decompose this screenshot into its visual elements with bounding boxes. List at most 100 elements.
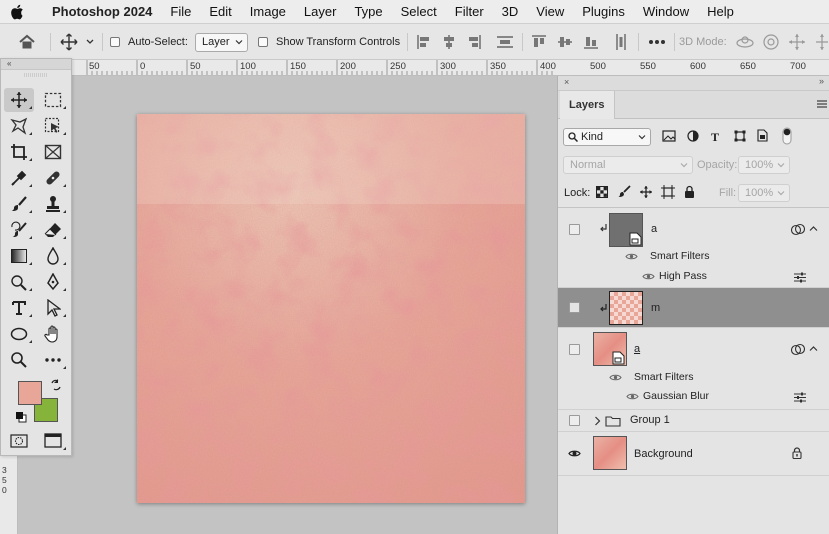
menu-3d[interactable]: 3D: [493, 4, 528, 19]
app-name-menu[interactable]: Photoshop 2024: [34, 4, 161, 19]
align-top-icon[interactable]: [531, 24, 547, 60]
lock-image-icon[interactable]: [618, 185, 631, 201]
layer-row-background[interactable]: Background: [558, 432, 829, 476]
visibility-toggle[interactable]: [569, 415, 580, 426]
eye-icon[interactable]: [625, 252, 638, 261]
default-colors-icon[interactable]: [15, 411, 27, 426]
frame-tool[interactable]: [38, 140, 68, 164]
menu-window[interactable]: Window: [634, 4, 698, 19]
eye-icon[interactable]: [568, 449, 581, 458]
menu-file[interactable]: File: [161, 4, 200, 19]
menu-image[interactable]: Image: [241, 4, 295, 19]
lasso-tool[interactable]: [4, 114, 34, 138]
foreground-color-swatch[interactable]: [18, 381, 42, 405]
layer-row-group-1[interactable]: Group 1: [558, 410, 829, 432]
eraser-tool[interactable]: [38, 218, 68, 242]
path-selection-tool[interactable]: [38, 296, 68, 320]
blur-tool[interactable]: [38, 244, 68, 268]
lock-transparent-icon[interactable]: [596, 185, 608, 201]
home-icon[interactable]: [18, 24, 36, 60]
blend-mode-dropdown[interactable]: Normal: [563, 156, 693, 174]
filter-type-icon[interactable]: T: [711, 130, 719, 145]
filter-shape-icon[interactable]: [734, 130, 746, 145]
eyedropper-tool[interactable]: [4, 166, 34, 190]
lock-artboard-icon[interactable]: [661, 184, 675, 202]
toolbar-grip[interactable]: [1, 70, 71, 80]
menu-select[interactable]: Select: [392, 4, 446, 19]
align-bottom-icon[interactable]: [583, 24, 599, 60]
dodge-tool[interactable]: [4, 270, 34, 294]
filter-row-high-pass[interactable]: High Pass: [558, 267, 829, 287]
healing-brush-tool[interactable]: [38, 166, 68, 190]
collapse-panel-icon[interactable]: ×: [564, 77, 569, 87]
menu-view[interactable]: View: [527, 4, 573, 19]
gradient-tool[interactable]: [4, 244, 34, 268]
lock-position-icon[interactable]: [639, 185, 653, 202]
3d-slide-icon[interactable]: [814, 24, 829, 60]
object-selection-tool[interactable]: [38, 114, 68, 138]
expand-panel-icon[interactable]: »: [819, 76, 824, 86]
screen-mode-button[interactable]: [38, 429, 68, 453]
eye-icon[interactable]: [626, 392, 639, 401]
menu-help[interactable]: Help: [698, 4, 743, 19]
menu-edit[interactable]: Edit: [200, 4, 240, 19]
visibility-toggle[interactable]: [569, 224, 580, 235]
crop-tool[interactable]: [4, 140, 34, 164]
filter-row-gaussian-blur[interactable]: Gaussian Blur: [558, 387, 829, 407]
filter-kind-dropdown[interactable]: Kind: [563, 128, 651, 146]
filter-options-icon[interactable]: [794, 272, 806, 283]
eye-icon[interactable]: [642, 272, 655, 281]
tab-layers[interactable]: Layers: [560, 91, 615, 119]
layer-row-m[interactable]: m: [558, 288, 829, 328]
pen-tool[interactable]: [38, 270, 68, 294]
visibility-toggle[interactable]: [569, 344, 580, 355]
align-middle-v-icon[interactable]: [557, 24, 573, 60]
type-tool[interactable]: [4, 296, 34, 320]
hand-tool[interactable]: [38, 322, 68, 346]
smart-filter-icon[interactable]: [791, 343, 805, 356]
auto-select-dropdown[interactable]: Layer: [195, 24, 248, 60]
smart-filters-row[interactable]: Smart Filters: [558, 368, 829, 388]
move-tool[interactable]: [4, 88, 34, 112]
align-left-icon[interactable]: [416, 24, 432, 60]
layer-row-a-gaussian[interactable]: a Smart Filters Gaussian Blur: [558, 328, 829, 410]
menu-layer[interactable]: Layer: [295, 4, 346, 19]
apple-menu-icon[interactable]: [0, 0, 34, 24]
filter-pixel-icon[interactable]: [662, 129, 676, 145]
distribute-icon[interactable]: [496, 24, 514, 60]
clone-stamp-tool[interactable]: [38, 192, 68, 216]
filter-options-icon[interactable]: [794, 392, 806, 403]
collapse-toolbar-icon[interactable]: «: [1, 59, 71, 70]
chevron-right-icon[interactable]: [594, 416, 601, 426]
more-options-icon[interactable]: [648, 24, 666, 60]
filter-adjustment-icon[interactable]: [687, 129, 699, 145]
menu-type[interactable]: Type: [345, 4, 391, 19]
zoom-tool[interactable]: [4, 348, 34, 372]
brush-tool[interactable]: [4, 192, 34, 216]
distribute-v-icon[interactable]: [614, 24, 628, 60]
opacity-field[interactable]: 100%: [738, 156, 790, 174]
marquee-tool[interactable]: [38, 88, 68, 112]
edit-toolbar-button[interactable]: [38, 348, 68, 372]
eye-icon[interactable]: [609, 373, 622, 382]
lock-all-icon[interactable]: [684, 185, 695, 201]
move-tool-preset-icon[interactable]: [60, 24, 78, 60]
filter-toggle-switch[interactable]: [782, 127, 792, 148]
fill-field[interactable]: 100%: [738, 184, 790, 202]
auto-select-checkbox[interactable]: [110, 24, 120, 60]
3d-orbit-icon[interactable]: [735, 24, 755, 60]
menu-filter[interactable]: Filter: [446, 4, 493, 19]
shape-tool[interactable]: [4, 322, 34, 346]
document-canvas[interactable]: [137, 114, 525, 503]
align-right-icon[interactable]: [466, 24, 482, 60]
filter-smart-object-icon[interactable]: [757, 129, 768, 145]
layer-row-a-highpass[interactable]: a Smart Filters High Pass: [558, 208, 829, 288]
swap-colors-icon[interactable]: [50, 379, 62, 394]
quick-mask-button[interactable]: [4, 429, 34, 453]
chevron-down-icon[interactable]: [85, 24, 95, 60]
chevron-up-icon[interactable]: [809, 345, 818, 352]
3d-roll-icon[interactable]: [762, 24, 780, 60]
align-center-h-icon[interactable]: [441, 24, 457, 60]
visibility-toggle[interactable]: [569, 302, 580, 313]
3d-pan-icon[interactable]: [788, 24, 806, 60]
